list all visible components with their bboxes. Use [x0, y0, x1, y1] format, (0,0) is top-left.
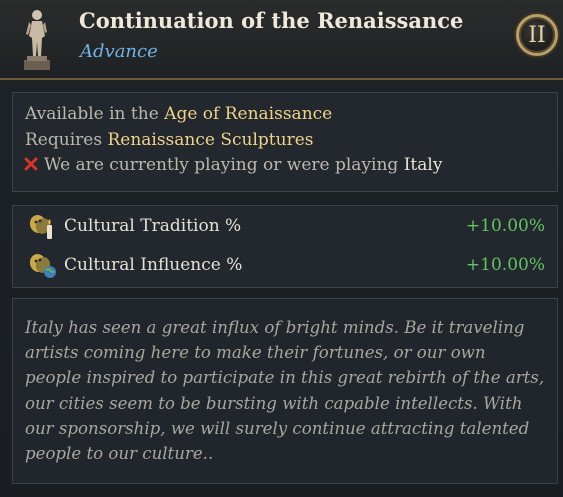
effect-label: Cultural Influence % — [64, 255, 243, 275]
page-subtitle: Advance — [80, 41, 158, 62]
page-title: Continuation of the Renaissance — [79, 8, 464, 33]
age-value: Age of Renaissance — [164, 104, 333, 124]
country-condition: We are currently playing or were playing… — [24, 155, 442, 175]
condition-value: Italy — [403, 155, 443, 175]
effect-row: Cultural Tradition % +10.00% — [13, 209, 557, 245]
tooltip-header: Continuation of the Renaissance Advance … — [0, 0, 563, 80]
tooltip-window: Continuation of the Renaissance Advance … — [0, 0, 563, 497]
requires-value: Renaissance Sculptures — [107, 130, 314, 150]
tier-badge: II — [516, 14, 558, 56]
condition-prefix: We are currently playing or were playing — [44, 155, 399, 175]
requirements-panel: Available in the Age of Renaissance Requ… — [12, 92, 558, 192]
age-prefix: Available in the — [25, 104, 159, 124]
flavor-text: Italy has seen a great influx of bright … — [25, 318, 545, 464]
culture-tradition-icon — [29, 215, 52, 239]
age-requirement: Available in the Age of Renaissance — [25, 104, 332, 124]
tier-label: II — [528, 22, 546, 48]
effect-label: Cultural Tradition % — [64, 216, 242, 236]
requires-prefix: Requires — [25, 130, 103, 150]
effect-row: Cultural Influence % +10.00% — [13, 248, 557, 284]
effect-value: +10.00% — [465, 255, 545, 275]
flavor-text-panel: Italy has seen a great influx of bright … — [12, 298, 558, 484]
fail-cross-icon — [24, 157, 38, 171]
effect-value: +10.00% — [465, 216, 545, 236]
culture-influence-icon — [29, 254, 56, 278]
prerequisite-requirement: Requires Renaissance Sculptures — [25, 130, 313, 150]
effects-panel: Cultural Tradition % +10.00% Cultural In… — [12, 205, 558, 288]
statue-icon — [24, 10, 50, 70]
